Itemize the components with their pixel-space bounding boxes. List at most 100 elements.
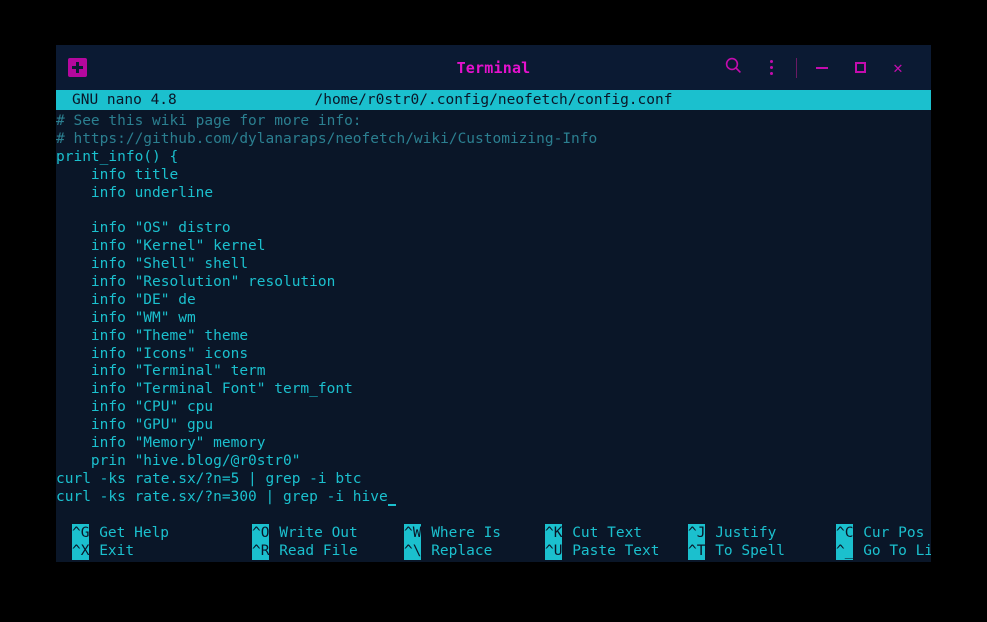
editor-line: info "Icons" icons bbox=[56, 346, 931, 364]
editor-line: info "Terminal" term bbox=[56, 363, 931, 381]
editor-line-text: info "Memory" memory bbox=[56, 435, 266, 452]
editor-line-text: info title bbox=[56, 166, 179, 183]
nano-header-bar: GNU nano 4.8 /home/r0str0/.config/neofet… bbox=[56, 90, 931, 110]
editor-line: info "DE" de bbox=[56, 292, 931, 310]
editor-line-text: info "Resolution" resolution bbox=[56, 274, 336, 291]
close-button[interactable]: ✕ bbox=[879, 45, 917, 90]
editor-line: info "Shell" shell bbox=[56, 256, 931, 274]
shortcut-row-1: ^G Get Help ^O Write Out ^W Where Is ^K Cut… bbox=[56, 524, 931, 542]
editor-line-text: info "Theme" theme bbox=[56, 327, 249, 344]
shortcut-key: ^G bbox=[72, 524, 90, 542]
menu-button[interactable] bbox=[752, 45, 790, 90]
editor-line-text: info underline bbox=[56, 184, 214, 201]
editor-line: info "OS" distro bbox=[56, 220, 931, 238]
shortcut-label: Where Is bbox=[422, 525, 502, 541]
editor-line: # See this wiki page for more info: bbox=[56, 113, 931, 131]
shortcut-key: ^_ bbox=[836, 542, 854, 560]
text-cursor bbox=[387, 490, 397, 506]
editor-line: # https://github.com/dylanaraps/neofetch… bbox=[56, 131, 931, 149]
editor-line-text: print_info() { bbox=[56, 148, 179, 165]
shortcut-label: Justify bbox=[706, 525, 777, 541]
kebab-menu-icon bbox=[769, 60, 773, 75]
shortcut-label: Read File bbox=[270, 543, 358, 559]
shortcut-label: Replace bbox=[422, 543, 493, 559]
editor-line-text: info "Terminal Font" term_font bbox=[56, 381, 353, 398]
shortcut-key: ^\ bbox=[404, 542, 422, 560]
shortcut-item[interactable]: ^K Cut Text bbox=[545, 524, 642, 542]
editor-line-text: info "Shell" shell bbox=[56, 256, 249, 273]
shortcut-key: ^T bbox=[688, 542, 706, 560]
shortcut-label: Get Help bbox=[90, 525, 170, 541]
shortcut-label: Cut Text bbox=[563, 525, 643, 541]
editor-line: info title bbox=[56, 167, 931, 185]
maximize-button[interactable] bbox=[841, 45, 879, 90]
editor-line-text: info "Icons" icons bbox=[56, 345, 249, 362]
titlebar-separator bbox=[796, 57, 797, 78]
editor-line: info "Memory" memory bbox=[56, 435, 931, 453]
editor-line: info underline bbox=[56, 185, 931, 203]
shortcut-label: Go To Line bbox=[863, 543, 931, 559]
editor-line: prin "hive.blog/@r0str0" bbox=[56, 453, 931, 471]
minimize-icon bbox=[816, 66, 828, 69]
shortcut-key: ^C bbox=[836, 524, 854, 542]
shortcut-label: Cur Pos bbox=[854, 525, 925, 541]
shortcut-item[interactable]: ^R Read File bbox=[252, 542, 358, 560]
editor-line: info "Terminal Font" term_font bbox=[56, 381, 931, 399]
search-icon bbox=[725, 57, 742, 78]
shortcut-key: ^O bbox=[252, 524, 270, 542]
editor-line-text: info "Kernel" kernel bbox=[56, 238, 266, 255]
editor-line-text: # https://github.com/dylanaraps/neofetch… bbox=[56, 130, 598, 147]
editor-line: curl -ks rate.sx/?n=5 | grep -i btc bbox=[56, 471, 931, 489]
editor-line-text: curl -ks rate.sx/?n=300 | grep -i hive bbox=[56, 488, 388, 505]
editor-line-text: info "DE" de bbox=[56, 291, 196, 308]
close-icon: ✕ bbox=[893, 57, 903, 77]
editor-line-text: # See this wiki page for more info: bbox=[56, 113, 362, 129]
shortcut-item[interactable]: ^W Where Is bbox=[404, 524, 501, 542]
shortcut-item[interactable]: ^G Get Help bbox=[72, 524, 169, 542]
terminal-window: Terminal ✕ GNU nano 4.8 /home/r0str0/.co… bbox=[56, 45, 931, 562]
editor-line-text: info "Terminal" term bbox=[56, 363, 266, 380]
new-tab-plus-icon[interactable] bbox=[68, 58, 87, 77]
terminal-content[interactable]: GNU nano 4.8 /home/r0str0/.config/neofet… bbox=[56, 90, 931, 562]
editor-line: info "GPU" gpu bbox=[56, 417, 931, 435]
editor-line: print_info() { bbox=[56, 149, 931, 167]
shortcut-row-2: ^X Exit ^R Read File ^\ Replace ^U Paste Te… bbox=[56, 542, 931, 560]
editor-line: info "CPU" cpu bbox=[56, 399, 931, 417]
shortcut-item[interactable]: ^J Justify bbox=[688, 524, 776, 542]
shortcut-label: Write Out bbox=[270, 525, 358, 541]
shortcut-key: ^X bbox=[72, 542, 90, 560]
shortcut-item[interactable]: ^O Write Out bbox=[252, 524, 358, 542]
shortcut-key: ^K bbox=[545, 524, 563, 542]
editor-line-text: curl -ks rate.sx/?n=5 | grep -i btc bbox=[56, 470, 362, 487]
editor-line: info "Theme" theme bbox=[56, 328, 931, 346]
editor-line-text: info "OS" distro bbox=[56, 220, 231, 237]
shortcut-item[interactable]: ^_ Go To Line bbox=[836, 542, 931, 560]
editor-line: curl -ks rate.sx/?n=300 | grep -i hive bbox=[56, 489, 931, 507]
editor-line-text: info "CPU" cpu bbox=[56, 399, 214, 416]
shortcut-label: To Spell bbox=[706, 543, 786, 559]
shortcut-item[interactable]: ^C Cur Pos bbox=[836, 524, 924, 542]
editor-line: info "Kernel" kernel bbox=[56, 238, 931, 256]
nano-version-label: GNU nano 4.8 bbox=[72, 92, 177, 108]
shortcut-label: Exit bbox=[90, 543, 135, 559]
editor-line-text: info "GPU" gpu bbox=[56, 417, 214, 434]
titlebar-controls: ✕ bbox=[714, 45, 917, 90]
shortcut-item[interactable]: ^\ Replace bbox=[404, 542, 492, 560]
maximize-icon bbox=[854, 62, 866, 73]
shortcut-key: ^J bbox=[688, 524, 706, 542]
editor-line: info "Resolution" resolution bbox=[56, 274, 931, 292]
search-button[interactable] bbox=[714, 45, 752, 90]
shortcut-item[interactable]: ^T To Spell bbox=[688, 542, 785, 560]
editor-line: info "WM" wm bbox=[56, 310, 931, 328]
nano-filepath-label: /home/r0str0/.config/neofetch/config.con… bbox=[314, 92, 673, 108]
editor-line-text: info "WM" wm bbox=[56, 309, 196, 326]
shortcut-key: ^W bbox=[404, 524, 422, 542]
editor-line-text: prin "hive.blog/@r0str0" bbox=[56, 452, 301, 469]
window-titlebar: Terminal ✕ bbox=[56, 45, 931, 90]
nano-editor-text[interactable]: # See this wiki page for more info: # htt… bbox=[56, 110, 931, 507]
minimize-button[interactable] bbox=[803, 45, 841, 90]
shortcut-key: ^U bbox=[545, 542, 563, 560]
shortcut-item[interactable]: ^X Exit bbox=[72, 542, 134, 560]
shortcut-item[interactable]: ^U Paste Text bbox=[545, 542, 660, 560]
